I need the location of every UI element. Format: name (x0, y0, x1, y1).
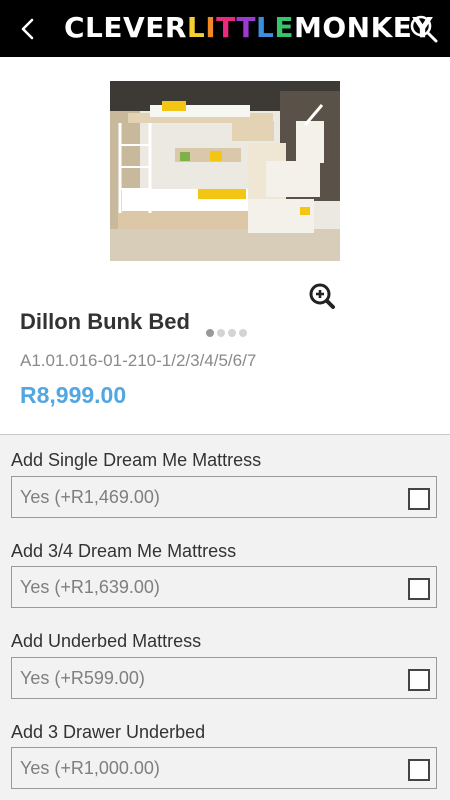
option-checkbox[interactable] (408, 578, 430, 600)
option-value: Yes (+R1,469.00) (20, 487, 160, 507)
logo-letter: T (236, 11, 256, 44)
option-value: Yes (+R1,639.00) (20, 577, 160, 597)
option-select[interactable]: Yes (+R1,469.00) (11, 476, 437, 518)
option-label: Add Underbed Mattress (11, 631, 202, 651)
search-icon[interactable] (408, 13, 440, 45)
logo-letter: CLEVER (64, 11, 187, 44)
product-panel (0, 57, 450, 434)
option-label: Add 3/4 Dream Me Mattress (11, 541, 237, 561)
logo-letter: I (205, 11, 217, 44)
option-label: Add 3 Drawer Underbed (11, 722, 206, 742)
chevron-left-icon[interactable] (13, 14, 43, 44)
logo-letter: E (274, 11, 294, 44)
pagination-dot[interactable] (228, 329, 236, 337)
section-divider (0, 434, 450, 435)
pagination-dot[interactable] (206, 329, 214, 337)
logo-letter: L (186, 11, 206, 44)
pagination-dot[interactable] (217, 329, 225, 337)
logo-letter: T (216, 11, 237, 44)
option-select[interactable]: Yes (+R599.00) (11, 657, 437, 699)
brand-logo[interactable]: CLEVERLITTLEMONKEY (64, 10, 433, 46)
option-checkbox[interactable] (408, 759, 430, 781)
option-value: Yes (+R599.00) (20, 668, 145, 688)
product-price: R8,999.00 (20, 382, 127, 408)
product-title: Dillon Bunk Bed (20, 309, 190, 334)
option-checkbox[interactable] (408, 488, 430, 510)
product-image[interactable] (110, 81, 340, 261)
option-select[interactable]: Yes (+R1,000.00) (11, 747, 437, 789)
option-select[interactable]: Yes (+R1,639.00) (11, 566, 437, 608)
pagination-dot[interactable] (239, 329, 247, 337)
image-pagination-dots[interactable] (206, 329, 247, 339)
product-sku: A1.01.016-01-210-1/2/3/4/5/6/7 (20, 351, 257, 370)
logo-letter: L (256, 11, 275, 44)
option-checkbox[interactable] (408, 669, 430, 691)
option-label: Add Single Dream Me Mattress (11, 450, 262, 470)
option-value: Yes (+R1,000.00) (20, 758, 160, 778)
top-bar: CLEVERLITTLEMONKEY (0, 0, 450, 57)
zoom-in-icon[interactable] (303, 277, 341, 315)
